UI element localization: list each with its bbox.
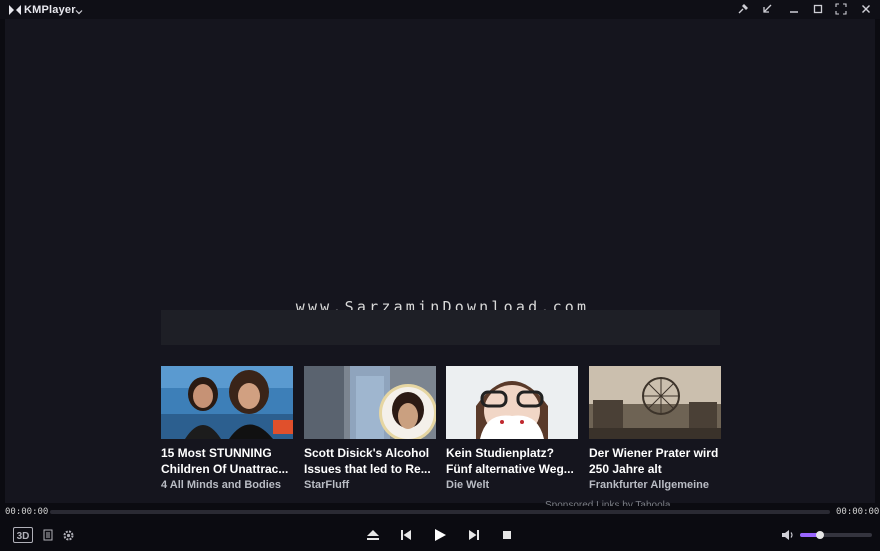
ad-title-line1[interactable]: 15 Most STUNNING — [161, 445, 293, 461]
video-area[interactable] — [5, 19, 875, 503]
3d-icon[interactable]: 3D — [13, 526, 33, 544]
time-elapsed: 00:00:00 — [5, 507, 49, 517]
ad-source: Frankfurter Allgemeine — [589, 479, 710, 491]
app-name: KMPlayer — [24, 3, 76, 16]
ad-title-line2[interactable]: Issues that led to Re... — [304, 461, 436, 477]
sponsored-links-label[interactable]: Sponsored Links by Taboola — [545, 500, 670, 506]
ad-card[interactable]: Kein Studienplatz? Fünf alternative Weg.… — [446, 366, 578, 492]
ad-thumbnail[interactable] — [161, 366, 293, 439]
maximize-icon[interactable] — [811, 2, 825, 16]
title-bar: KMPlayer — [0, 0, 880, 19]
ad-title-line2[interactable]: Fünf alternative Weg... — [446, 461, 578, 477]
ad-title-line2[interactable]: 250 Jahre alt — [589, 461, 721, 477]
menu-chevron-down-icon[interactable] — [74, 4, 84, 15]
ad-title-line1[interactable]: Scott Disick's Alcohol — [304, 445, 436, 461]
close-icon[interactable] — [859, 2, 873, 16]
stop-icon[interactable] — [498, 526, 516, 544]
volume-slider[interactable] — [800, 531, 872, 539]
ad-title-line1[interactable]: Kein Studienplatz? — [446, 445, 578, 461]
time-total: 00:00:00 — [836, 507, 880, 517]
ad-source: Die Welt — [446, 479, 490, 491]
kmplayer-logo-icon — [9, 4, 21, 15]
minimize-icon[interactable] — [787, 2, 801, 16]
ad-title-line2[interactable]: Children Of Unattrac... — [161, 461, 293, 477]
fullscreen-icon[interactable] — [834, 2, 848, 16]
volume-icon[interactable] — [779, 526, 797, 544]
ad-card[interactable]: Der Wiener Prater wird 250 Jahre alt Fra… — [589, 366, 721, 492]
ad-banner-placeholder[interactable] — [161, 310, 720, 345]
settings-gear-icon[interactable] — [59, 526, 77, 544]
eject-icon[interactable] — [364, 526, 382, 544]
seek-bar[interactable] — [50, 510, 830, 514]
ad-card[interactable]: 15 Most STUNNING Children Of Unattrac...… — [161, 366, 293, 492]
ad-card[interactable]: Scott Disick's Alcohol Issues that led t… — [304, 366, 436, 492]
previous-icon[interactable] — [397, 526, 415, 544]
control-bar: 3D — [0, 520, 880, 551]
svg-text:3D: 3D — [17, 531, 30, 542]
minimize-to-corner-icon[interactable] — [760, 2, 774, 16]
ad-source: 4 All Minds and Bodies — [161, 479, 281, 491]
play-icon[interactable] — [431, 526, 449, 544]
volume-slider-handle[interactable] — [816, 531, 824, 539]
next-icon[interactable] — [465, 526, 483, 544]
ad-thumbnail[interactable] — [589, 366, 721, 439]
app-logo[interactable]: KMPlayer — [9, 3, 76, 16]
playlist-icon[interactable] — [39, 526, 57, 544]
ad-title-line1[interactable]: Der Wiener Prater wird — [589, 445, 721, 461]
pin-icon[interactable] — [736, 2, 750, 16]
ad-thumbnail[interactable] — [304, 366, 436, 439]
ad-thumbnail[interactable] — [446, 366, 578, 439]
ad-source: StarFluff — [304, 479, 350, 491]
